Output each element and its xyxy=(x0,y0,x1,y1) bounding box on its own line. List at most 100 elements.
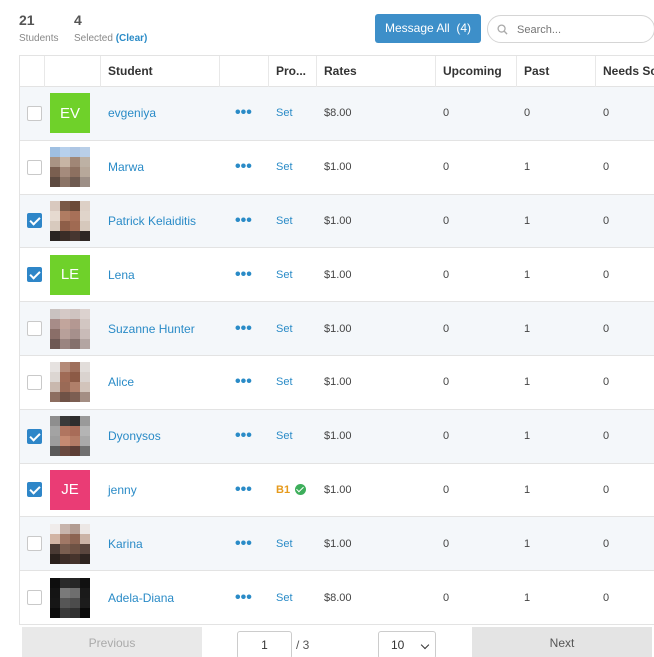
set-program-link[interactable]: Set xyxy=(276,538,293,550)
more-actions-icon[interactable]: ••• xyxy=(235,464,252,517)
header-select xyxy=(20,56,45,87)
select-checkbox[interactable] xyxy=(27,374,42,390)
select-checkbox[interactable] xyxy=(27,428,42,444)
avatar[interactable] xyxy=(50,362,90,403)
more-actions-icon[interactable]: ••• xyxy=(235,195,252,248)
selected-stat: 4 Selected (Clear) xyxy=(74,12,147,44)
select-cell xyxy=(27,248,42,301)
set-program-link[interactable]: Set xyxy=(276,430,293,442)
avatar[interactable]: EV xyxy=(50,93,90,134)
rate-value: $1.00 xyxy=(324,483,352,496)
page-total: / 3 xyxy=(296,638,310,652)
avatar[interactable] xyxy=(50,523,90,564)
more-actions-icon[interactable]: ••• xyxy=(235,302,252,355)
avatar[interactable] xyxy=(50,308,90,349)
needs-scheduling-value: 0 xyxy=(603,376,610,389)
select-checkbox[interactable] xyxy=(27,321,42,337)
program-cell[interactable]: Set xyxy=(276,517,293,570)
select-checkbox[interactable] xyxy=(27,267,42,283)
page-size-select[interactable]: 10 xyxy=(378,631,436,657)
header-past[interactable]: Past xyxy=(517,56,596,87)
more-actions-icon[interactable]: ••• xyxy=(235,87,252,140)
header-program[interactable]: Pro... xyxy=(269,56,317,87)
set-program-link[interactable]: Set xyxy=(276,161,293,173)
student-name-link[interactable]: jenny xyxy=(108,464,137,517)
more-actions-icon[interactable]: ••• xyxy=(235,571,252,624)
set-program-link[interactable]: Set xyxy=(276,107,293,119)
past-value: 1 xyxy=(524,161,531,174)
student-name-link[interactable]: Marwa xyxy=(108,141,144,194)
more-actions-icon[interactable]: ••• xyxy=(235,517,252,570)
rate-value: $8.00 xyxy=(324,107,352,120)
header-student[interactable]: Student xyxy=(101,56,220,87)
avatar[interactable] xyxy=(50,147,90,188)
search-input[interactable] xyxy=(517,21,647,38)
program-cell[interactable]: Set xyxy=(276,87,293,140)
select-checkbox[interactable] xyxy=(27,482,42,498)
avatar-cell: EV xyxy=(50,87,90,140)
student-name-link[interactable]: Patrick Kelaiditis xyxy=(108,195,196,248)
select-checkbox[interactable] xyxy=(27,159,42,175)
program-cell[interactable]: Set xyxy=(276,410,293,463)
select-checkbox[interactable] xyxy=(27,590,42,606)
program-cell[interactable]: Set xyxy=(276,571,293,624)
program-cell[interactable]: Set xyxy=(276,356,293,409)
more-actions-icon[interactable]: ••• xyxy=(235,356,252,409)
avatar[interactable]: LE xyxy=(50,254,90,295)
select-cell xyxy=(27,571,42,624)
program-cell[interactable]: Set xyxy=(276,195,293,248)
avatar[interactable]: JE xyxy=(50,469,90,510)
avatar[interactable] xyxy=(50,416,90,457)
table-row: JE jenny ••• B1 $1.00 0 1 0 xyxy=(20,463,654,518)
avatar-cell xyxy=(50,302,90,355)
select-checkbox[interactable] xyxy=(27,105,42,121)
next-page-button[interactable]: Next xyxy=(472,627,652,657)
rate-value: $1.00 xyxy=(324,322,352,335)
student-name-link[interactable]: Lena xyxy=(108,248,135,301)
student-name-link[interactable]: Suzanne Hunter xyxy=(108,302,195,355)
avatar[interactable] xyxy=(50,200,90,241)
rate-value: $1.00 xyxy=(324,537,352,550)
set-program-link[interactable]: Set xyxy=(276,323,293,335)
header-upcoming[interactable]: Upcoming xyxy=(436,56,517,87)
avatar[interactable] xyxy=(50,577,90,618)
more-actions-icon[interactable]: ••• xyxy=(235,141,252,194)
set-program-link[interactable]: Set xyxy=(276,376,293,388)
set-program-link[interactable]: Set xyxy=(276,269,293,281)
past-value: 1 xyxy=(524,591,531,604)
program-cell[interactable]: Set xyxy=(276,302,293,355)
program-badge[interactable]: B1 xyxy=(276,484,290,496)
message-all-count: (4) xyxy=(456,21,472,35)
program-cell[interactable]: B1 xyxy=(276,464,307,517)
avatar-cell: JE xyxy=(50,464,90,517)
program-cell[interactable]: Set xyxy=(276,141,293,194)
rate-value: $8.00 xyxy=(324,591,352,604)
header-rates[interactable]: Rates xyxy=(317,56,436,87)
student-name-link[interactable]: Adela-Diana xyxy=(108,571,174,624)
students-count: 21 xyxy=(19,12,35,28)
set-program-link[interactable]: Set xyxy=(276,215,293,227)
search-box[interactable] xyxy=(487,15,654,43)
page-number-input[interactable] xyxy=(237,631,292,657)
set-program-link[interactable]: Set xyxy=(276,592,293,604)
student-name-link[interactable]: evgeniya xyxy=(108,87,156,140)
header-needs-scheduling[interactable]: Needs Sc... xyxy=(596,56,654,87)
student-name-link[interactable]: Alice xyxy=(108,356,134,409)
check-circle-icon xyxy=(295,484,307,496)
table-row: Karina ••• Set $1.00 0 1 0 xyxy=(20,517,654,572)
previous-page-button[interactable]: Previous xyxy=(22,627,202,657)
past-value: 0 xyxy=(524,107,531,120)
selected-label-wrap: Selected (Clear) xyxy=(74,33,147,44)
more-actions-icon[interactable]: ••• xyxy=(235,248,252,301)
select-cell xyxy=(27,464,42,517)
past-value: 1 xyxy=(524,268,531,281)
message-all-button[interactable]: Message All (4) xyxy=(375,14,481,43)
student-name-link[interactable]: Dyonysos xyxy=(108,410,161,463)
clear-selection-link[interactable]: (Clear) xyxy=(116,33,148,44)
select-checkbox[interactable] xyxy=(27,536,42,552)
select-checkbox[interactable] xyxy=(27,213,42,229)
student-name-link[interactable]: Karina xyxy=(108,517,143,570)
more-actions-icon[interactable]: ••• xyxy=(235,410,252,463)
upcoming-value: 0 xyxy=(443,537,450,550)
program-cell[interactable]: Set xyxy=(276,248,293,301)
